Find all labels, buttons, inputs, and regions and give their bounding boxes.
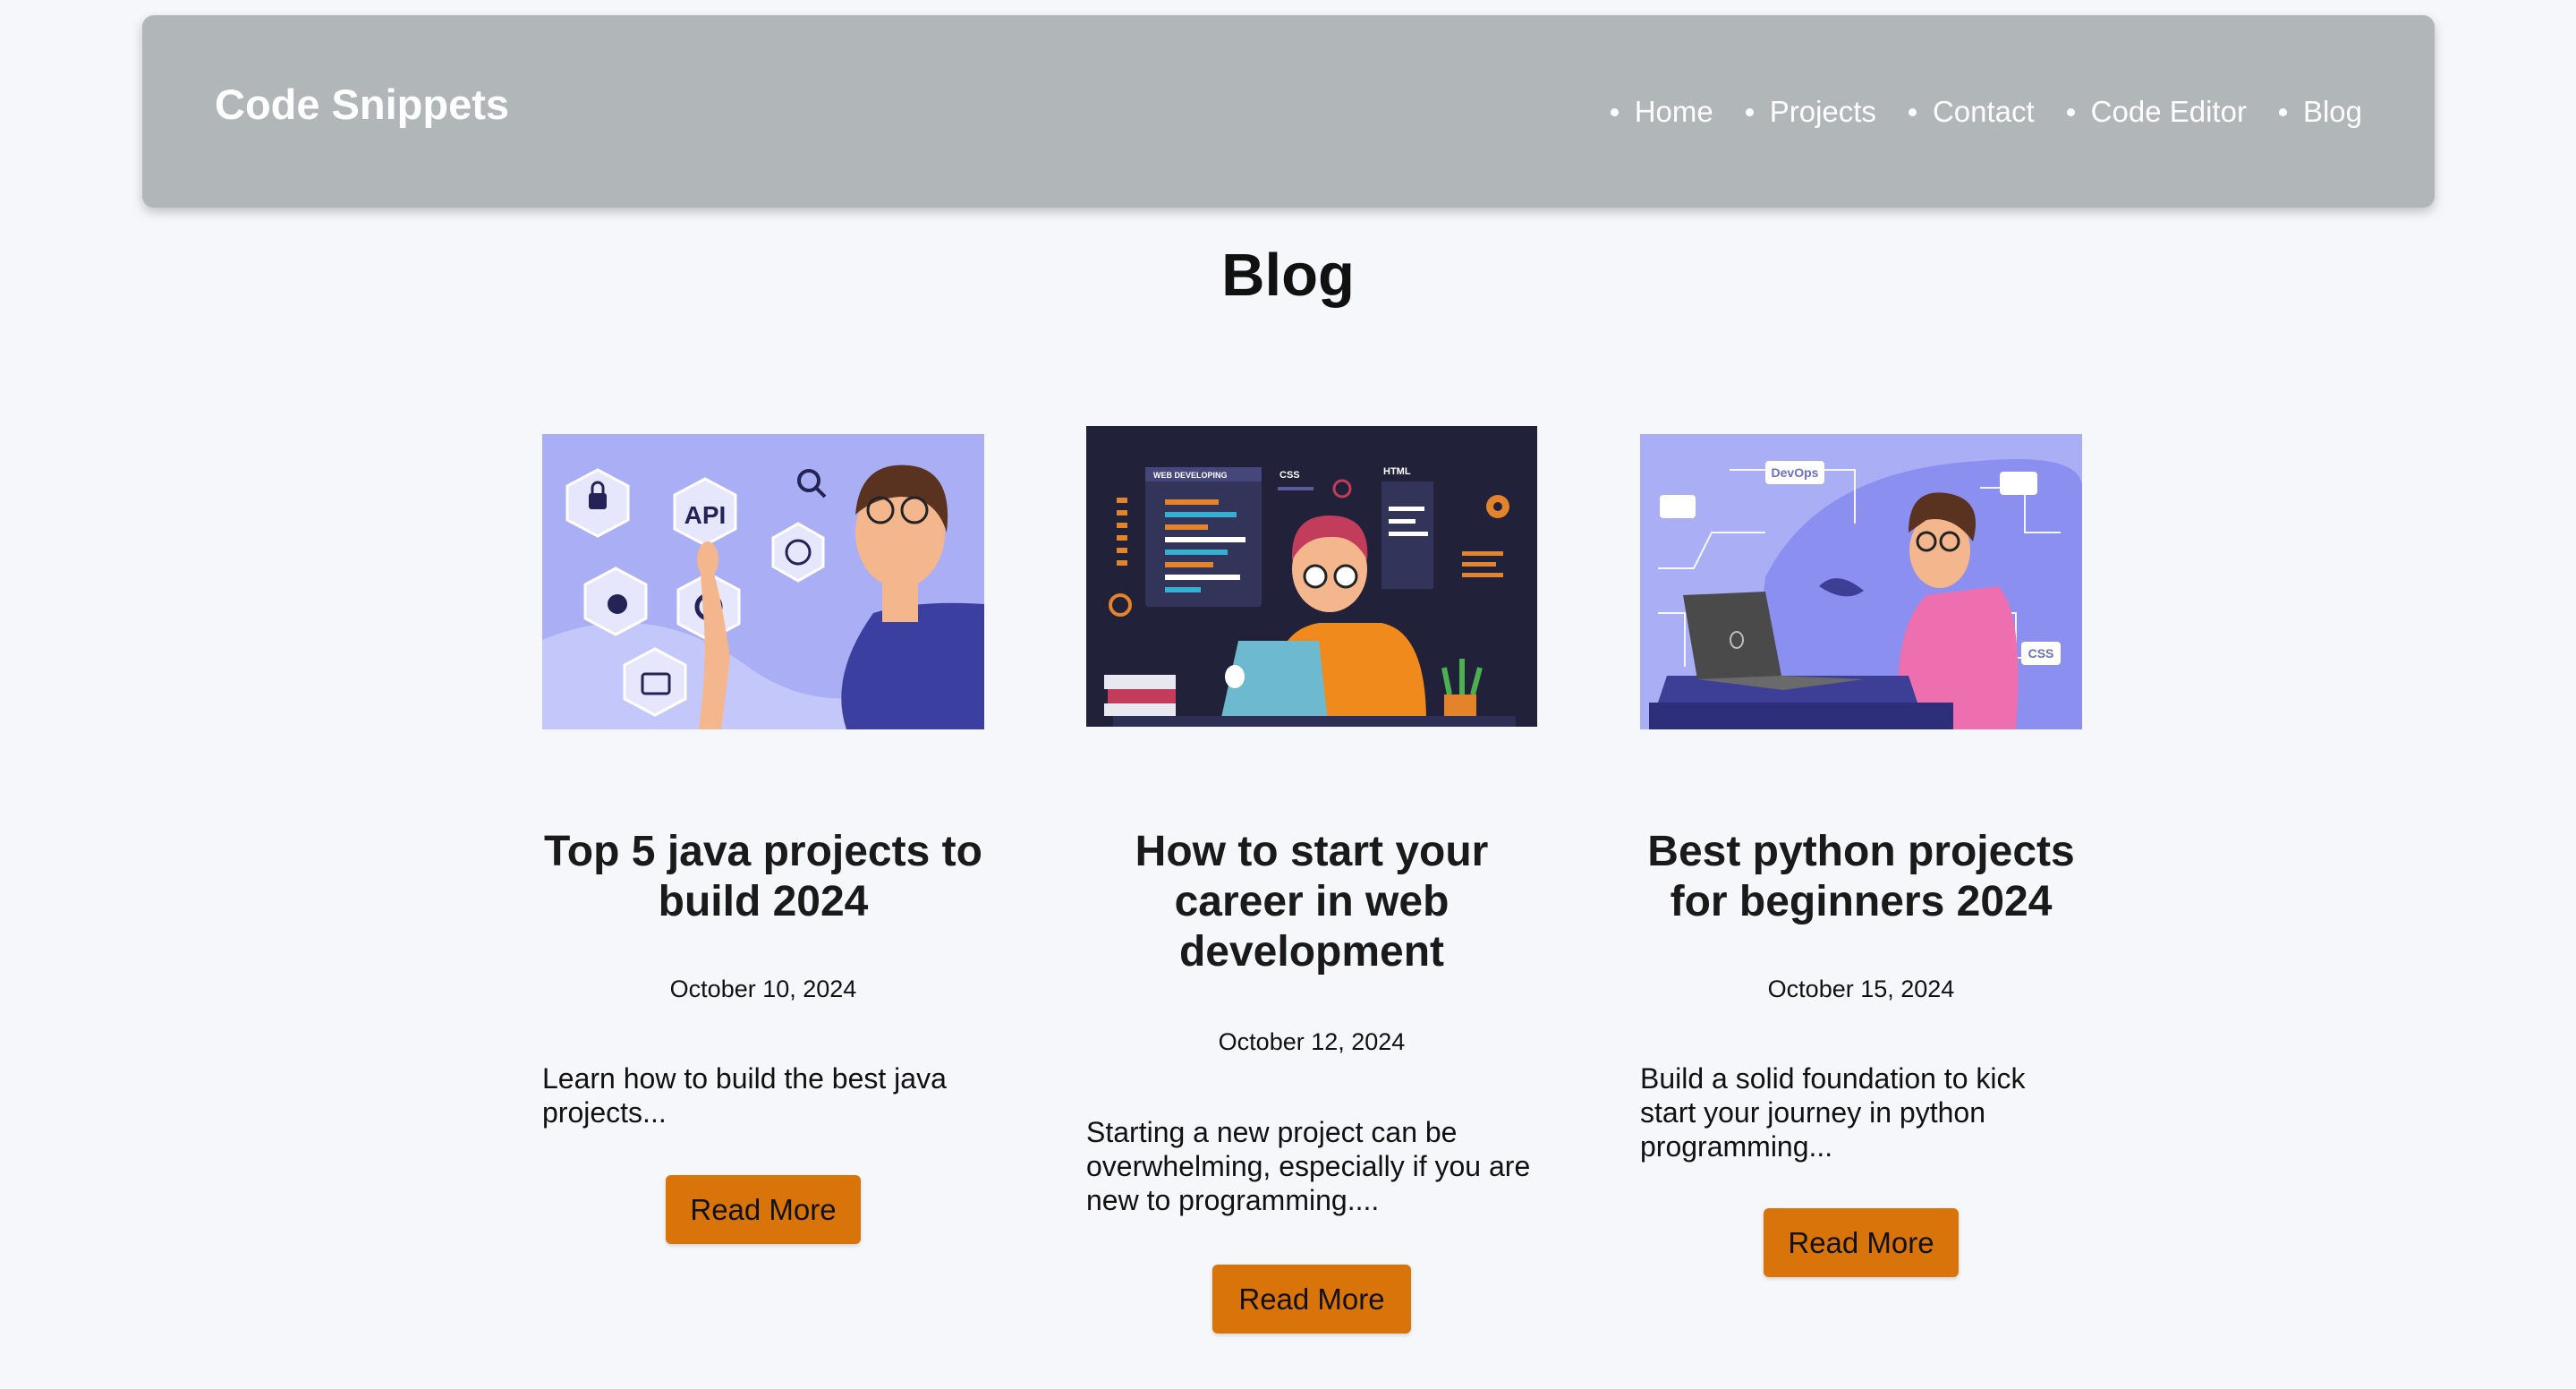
nav-label: Code Editor bbox=[2090, 95, 2247, 128]
blog-post-card: WEB DEVELOPING CSS HTML How to start you… bbox=[1086, 424, 1537, 1355]
nav-label: Home bbox=[1634, 95, 1713, 128]
post-excerpt: Starting a new project can be overwhelmi… bbox=[1086, 1116, 1531, 1216]
nav-item-blog[interactable]: Blog bbox=[2278, 95, 2362, 129]
css-label: CSS bbox=[1279, 470, 1300, 481]
blog-post-card: API Top 5 java projects to build 2024 Oc… bbox=[542, 424, 984, 1265]
nav-item-projects[interactable]: Projects bbox=[1745, 95, 1876, 129]
read-more-button[interactable]: Read More bbox=[1212, 1265, 1411, 1334]
nav-item-code-editor[interactable]: Code Editor bbox=[2066, 95, 2247, 129]
api-label: API bbox=[684, 501, 727, 529]
html-label: HTML bbox=[1383, 466, 1411, 477]
page-title: Blog bbox=[1221, 242, 1355, 309]
nav-label: Blog bbox=[2302, 95, 2362, 128]
nav-label: Contact bbox=[1932, 95, 2035, 128]
post-date: October 10, 2024 bbox=[669, 976, 857, 1002]
bullet-icon bbox=[1908, 107, 1917, 116]
blog-post-card: DevOps CSS Best python projects for begi… bbox=[1640, 424, 2082, 1277]
nav-item-contact[interactable]: Contact bbox=[1908, 95, 2035, 129]
page: Code Snippets Home Projects Contact Code… bbox=[0, 0, 2576, 1389]
post-excerpt: Learn how to build the best java project… bbox=[542, 1062, 947, 1129]
post-excerpt: Build a solid foundation to kick start y… bbox=[1640, 1062, 2026, 1163]
post-date: October 15, 2024 bbox=[1767, 976, 1955, 1002]
site-logo[interactable]: Code Snippets bbox=[215, 80, 509, 129]
bullet-icon bbox=[2278, 107, 2287, 116]
css-label: CSS bbox=[2028, 646, 2054, 660]
bullet-icon bbox=[1610, 107, 1619, 116]
site-header: Code Snippets Home Projects Contact Code… bbox=[142, 15, 2435, 208]
post-title[interactable]: Best python projects for beginners 2024 bbox=[1640, 827, 2082, 927]
nav-label: Projects bbox=[1769, 95, 1876, 128]
post-date: October 12, 2024 bbox=[1218, 1028, 1406, 1055]
web-developing-label: WEB DEVELOPING bbox=[1153, 471, 1228, 480]
bullet-icon bbox=[2066, 107, 2075, 116]
post-image-java-developer: API bbox=[542, 434, 984, 729]
main-nav: Home Projects Contact Code Editor Blog bbox=[1610, 95, 2362, 129]
read-more-button[interactable]: Read More bbox=[1764, 1208, 1959, 1277]
read-more-button[interactable]: Read More bbox=[666, 1175, 861, 1244]
bullet-icon bbox=[1745, 107, 1754, 116]
post-title[interactable]: Top 5 java projects to build 2024 bbox=[542, 827, 984, 927]
nav-item-home[interactable]: Home bbox=[1610, 95, 1713, 129]
devops-label: DevOps bbox=[1772, 465, 1819, 480]
post-image-python-developer: DevOps CSS bbox=[1640, 434, 2082, 729]
post-title[interactable]: How to start your career in web developm… bbox=[1086, 827, 1537, 977]
post-image-web-developer: WEB DEVELOPING CSS HTML bbox=[1086, 426, 1537, 727]
